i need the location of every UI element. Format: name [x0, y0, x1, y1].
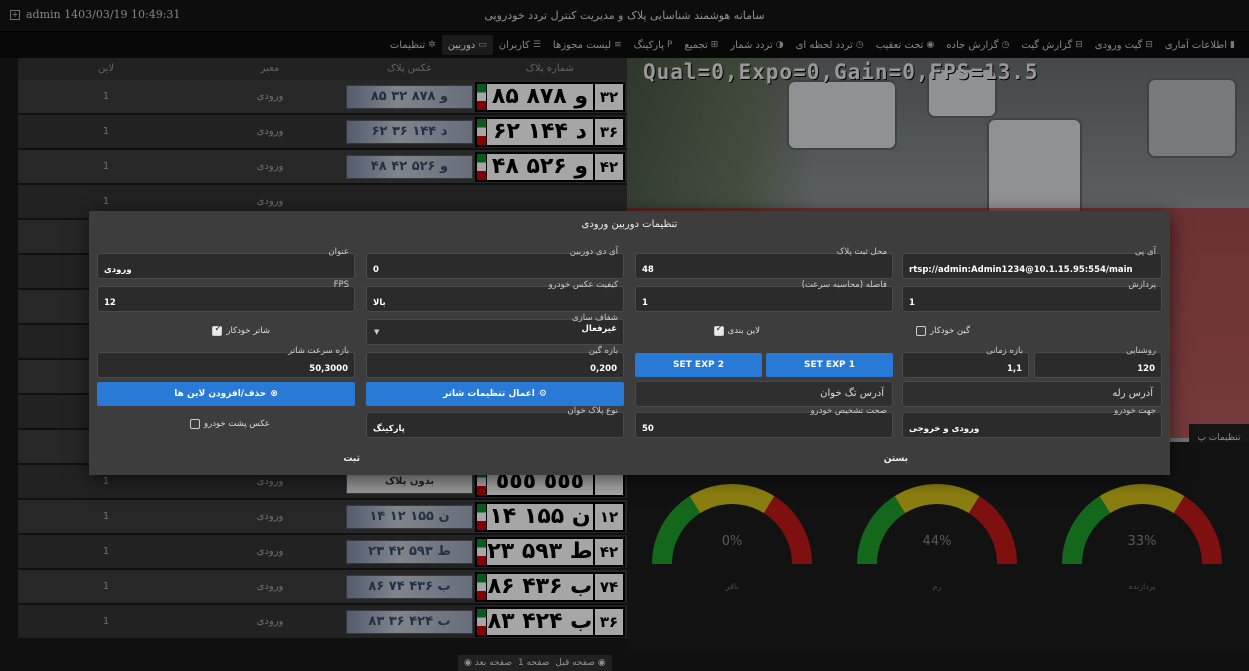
plate-reader-type-label: نوع پلاک خوان [567, 406, 618, 416]
camera-id-value: 0 [373, 265, 379, 275]
dialog-title: تنظیمات دوربین ورودی [581, 219, 678, 230]
relay-address-input[interactable]: آدرس رله [902, 381, 1162, 407]
detection-accuracy-field[interactable]: صحت تشخیص خودرو 50 [635, 406, 893, 438]
lanes-button[interactable]: ⊗ حذف/افزودن لاین ها [97, 382, 355, 406]
apply-shutter-label: اعمال تنظیمات شاتر [443, 389, 535, 399]
camera-id-field[interactable]: آی دی دوربین 0 [366, 247, 624, 279]
shutter-speed-value: 50,3000 [309, 364, 348, 374]
gain-range-value: 0,200 [590, 364, 617, 374]
camera-id-label: آی دی دوربین [569, 247, 618, 257]
lanes-label: حذف/افزودن لاین ها [174, 389, 267, 399]
auto-shutter-checkbox[interactable]: شاتر خودکار [212, 324, 270, 336]
sharpening-value: غیرفعال [581, 324, 618, 334]
auto-gain-box[interactable] [916, 326, 927, 336]
auto-gain-label: گین خودکار [930, 326, 970, 336]
auto-shutter-box[interactable] [212, 324, 223, 336]
plate-location-field[interactable]: محل ثبت پلاک 48 [635, 247, 893, 279]
processing-value: 1 [909, 298, 915, 308]
plate-location-value: 48 [642, 265, 654, 275]
apply-shutter-button[interactable]: ⚙ اعمال تنظیمات شاتر [366, 382, 624, 406]
ip-value: rtsp://admin:Admin1234@10.1.15.95:554/ma… [909, 265, 1133, 275]
fps-label: FPS [333, 280, 349, 290]
plate-location-label: محل ثبت پلاک [836, 247, 887, 257]
shutter-speed-label: بازه سرعت شاتر [288, 346, 349, 356]
vehicle-direction-label: جهت خودرو [1114, 406, 1156, 416]
fps-value: 12 [104, 298, 116, 308]
processing-label: پردازش [1128, 280, 1156, 290]
rear-image-box[interactable] [190, 419, 201, 429]
image-quality-value: بالا [373, 298, 386, 308]
close-button[interactable]: بستن [884, 454, 908, 464]
title-field[interactable]: عنوان ورودی [97, 247, 355, 279]
brightness-value: 120 [1137, 364, 1155, 374]
tag-reader-input[interactable]: آدرس تگ خوان [635, 381, 893, 407]
ip-label: آی پی [1134, 247, 1156, 257]
lane-split-label: لاین بندی [727, 326, 760, 336]
camera-settings-dialog: تنظیمات دوربین ورودی آی پی rtsp://admin:… [89, 211, 1170, 475]
submit-button[interactable]: ثبت [343, 454, 360, 464]
rear-image-checkbox[interactable]: عکس پشت خودرو [190, 419, 270, 429]
rear-image-label: عکس پشت خودرو [204, 419, 270, 429]
time-range-value: 1,1 [1006, 364, 1022, 374]
set-exp2-button[interactable]: SET EXP 2 [635, 353, 762, 377]
detection-accuracy-value: 50 [642, 424, 654, 434]
lane-split-box[interactable] [713, 324, 724, 336]
plate-reader-type-field[interactable]: نوع پلاک خوان پارکینگ [366, 406, 624, 438]
processing-field[interactable]: پردازش 1 [902, 280, 1162, 312]
distance-field[interactable]: فاصله (محاسبه سرعت) 1 [635, 280, 893, 312]
ip-field[interactable]: آی پی rtsp://admin:Admin1234@10.1.15.95:… [902, 247, 1162, 279]
time-range-label: بازه زمانی [986, 346, 1023, 356]
title-label: عنوان [328, 247, 349, 257]
image-quality-field[interactable]: کیفیت عکس خودرو بالا [366, 280, 624, 312]
sharpening-select[interactable]: شفاف سازی غیرفعال ▼ [366, 313, 624, 345]
close-circle-icon: ⊗ [270, 389, 278, 399]
brightness-field[interactable]: روشنایی 120 [1034, 346, 1162, 378]
title-value: ورودی [104, 265, 132, 275]
sharpening-label: شفاف سازی [572, 313, 618, 323]
chevron-down-icon[interactable]: ▼ [374, 328, 379, 336]
shutter-speed-field[interactable]: بازه سرعت شاتر 50,3000 [97, 346, 355, 378]
gear-icon: ⚙ [538, 389, 547, 399]
auto-shutter-label: شاتر خودکار [226, 326, 270, 336]
time-range-field[interactable]: بازه زمانی 1,1 [902, 346, 1029, 378]
plate-reader-type-value: پارکینگ [373, 424, 405, 434]
set-exp1-button[interactable]: SET EXP 1 [766, 353, 893, 377]
fps-field[interactable]: FPS 12 [97, 280, 355, 312]
lane-split-checkbox[interactable]: لاین بندی [713, 324, 760, 336]
image-quality-label: کیفیت عکس خودرو [548, 280, 618, 290]
vehicle-direction-value: ورودی و خروجی [909, 424, 980, 434]
vehicle-direction-field[interactable]: جهت خودرو ورودی و خروجی [902, 406, 1162, 438]
distance-label: فاصله (محاسبه سرعت) [801, 280, 887, 290]
distance-value: 1 [642, 298, 648, 308]
auto-gain-checkbox[interactable]: گین خودکار [916, 326, 970, 336]
detection-accuracy-label: صحت تشخیص خودرو [810, 406, 887, 416]
gain-range-label: بازه گین [588, 346, 618, 356]
brightness-label: روشنایی [1126, 346, 1156, 356]
gain-range-field[interactable]: بازه گین 0,200 [366, 346, 624, 378]
